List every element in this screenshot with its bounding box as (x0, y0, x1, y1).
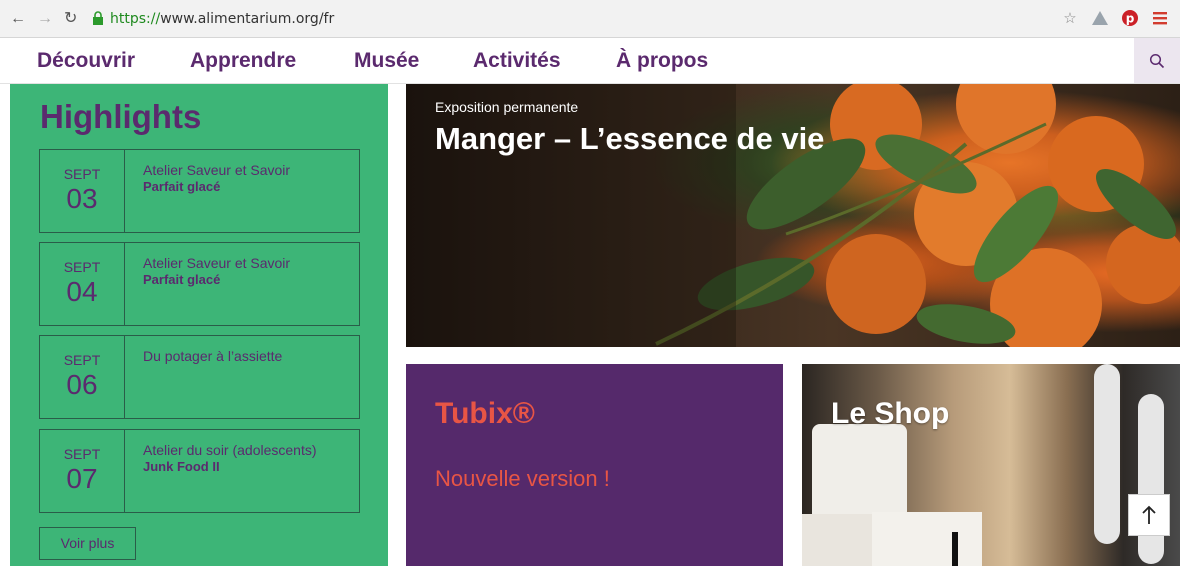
star-icon[interactable]: ☆ (1060, 8, 1080, 28)
shop-tile[interactable]: Le Shop (802, 364, 1180, 566)
block-image (802, 514, 872, 566)
event-title: Atelier Saveur et Savoir (143, 255, 291, 271)
lock-icon (93, 11, 103, 25)
tubix-tile[interactable]: Tubix® Nouvelle version ! (406, 364, 783, 566)
event-date: SEPT 06 (40, 336, 125, 418)
nav-decouvrir[interactable]: Découvrir (37, 49, 135, 73)
event-month: SEPT (63, 259, 101, 275)
url-scheme: https:// (110, 11, 161, 27)
browser-toolbar: ← → ↻ https://www.alimentarium.org/fr ☆ … (0, 0, 1180, 38)
nav-a-propos[interactable]: À propos (616, 49, 708, 73)
nav-musee[interactable]: Musée (354, 49, 419, 73)
event-date: SEPT 07 (40, 430, 125, 512)
back-icon[interactable]: ← (10, 9, 26, 29)
arrow-up-icon (1142, 505, 1156, 524)
highlights-title: Highlights (40, 98, 202, 135)
hero-kicker: Exposition permanente (435, 99, 579, 115)
event-subtitle: Parfait glacé (143, 179, 221, 194)
menu-icon[interactable] (1150, 8, 1170, 28)
event-month: SEPT (63, 446, 101, 462)
event-title: Atelier du soir (adolescents) (143, 442, 317, 458)
event-card[interactable]: SEPT 07 Atelier du soir (adolescents) Ju… (39, 429, 360, 513)
forward-icon[interactable]: → (37, 9, 53, 29)
event-title: Du potager à l’assiette (143, 348, 283, 364)
main-navigation: Découvrir Apprendre Musée Activités À pr… (0, 38, 1180, 84)
spoon-image (1138, 394, 1164, 564)
event-day: 04 (66, 276, 98, 307)
event-date: SEPT 03 (40, 150, 125, 232)
event-subtitle: Junk Food II (143, 459, 220, 474)
shop-heading: Le Shop (831, 397, 950, 430)
block-image (872, 512, 982, 566)
see-more-button[interactable]: Voir plus (39, 527, 136, 560)
pinterest-icon[interactable]: p (1120, 8, 1140, 28)
hero-banner[interactable]: Exposition permanente Manger – L’essence… (406, 84, 1180, 347)
hero-heading: Manger – L’essence de vie (435, 121, 825, 156)
nav-apprendre[interactable]: Apprendre (190, 49, 296, 73)
event-subtitle: Parfait glacé (143, 272, 221, 287)
event-month: SEPT (63, 166, 101, 182)
event-card[interactable]: SEPT 03 Atelier Saveur et Savoir Parfait… (39, 149, 360, 233)
svg-text:p: p (1126, 12, 1135, 26)
url-text: www.alimentarium.org/fr (160, 11, 335, 27)
highlights-panel: Highlights SEPT 03 Atelier Saveur et Sav… (10, 84, 388, 566)
event-date: SEPT 04 (40, 243, 125, 325)
event-day: 06 (66, 369, 98, 400)
reload-icon[interactable]: ↻ (64, 9, 77, 29)
event-title: Atelier Saveur et Savoir (143, 162, 291, 178)
back-to-top-button[interactable] (1128, 494, 1170, 536)
nav-activites[interactable]: Activités (473, 49, 561, 73)
decor-bar (952, 532, 958, 566)
event-day: 03 (66, 183, 98, 214)
event-card[interactable]: SEPT 06 Du potager à l’assiette (39, 335, 360, 419)
event-card[interactable]: SEPT 04 Atelier Saveur et Savoir Parfait… (39, 242, 360, 326)
spoon-image (1094, 364, 1120, 544)
extension-icon[interactable] (1090, 8, 1110, 28)
search-icon (1149, 53, 1165, 68)
tubix-subtitle: Nouvelle version ! (435, 466, 610, 491)
event-month: SEPT (63, 352, 101, 368)
event-day: 07 (66, 463, 98, 494)
search-button[interactable] (1134, 38, 1180, 83)
tubix-heading: Tubix® (435, 397, 535, 430)
address-bar[interactable]: https://www.alimentarium.org/fr (110, 9, 334, 29)
